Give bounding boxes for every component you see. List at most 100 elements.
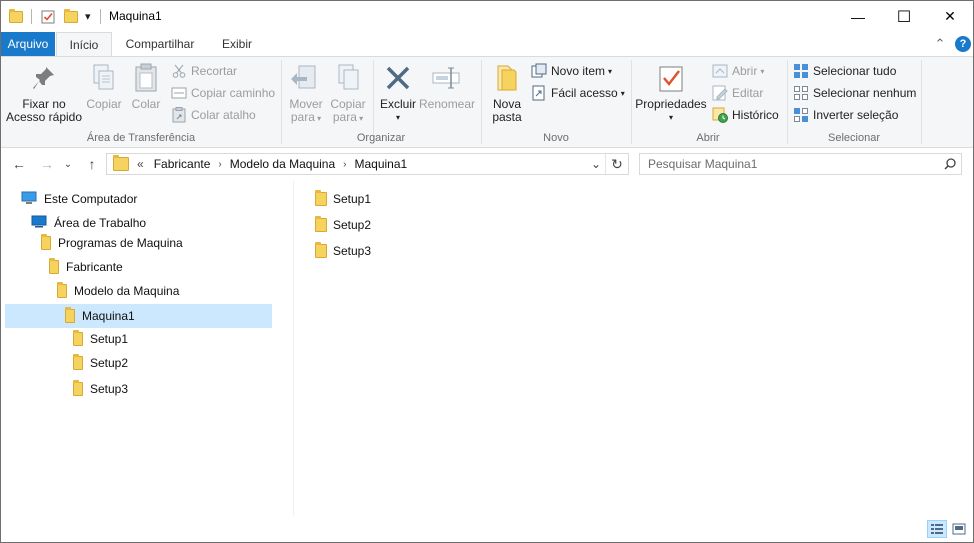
explorer-window: ▾ Maquina1 — ☐ ✕ Arquivo Início Comparti… [0, 0, 974, 543]
minimize-button[interactable]: — [835, 1, 881, 32]
copy-path-button[interactable]: Copiar caminho [171, 83, 275, 103]
group-separator [787, 60, 788, 144]
edit-icon [712, 85, 728, 101]
breadcrumb-separator[interactable]: › [218, 159, 221, 170]
details-view-button[interactable] [927, 520, 947, 538]
folder-icon [315, 242, 327, 258]
help-button[interactable]: ? [955, 36, 971, 52]
open-button[interactable]: Abrir ▾ [712, 61, 764, 81]
list-item[interactable]: Setup3 [315, 240, 371, 262]
large-icons-view-button[interactable] [949, 520, 969, 538]
group-label-organize: Organizar [356, 132, 406, 144]
paste-shortcut-icon [171, 107, 187, 123]
refresh-button[interactable]: ↻ [606, 156, 628, 173]
copy-to-button[interactable]: Copiar para ▾ [327, 62, 369, 125]
folder-icon [57, 282, 67, 298]
rename-button[interactable]: Renomear [419, 62, 475, 111]
breadcrumb-separator[interactable]: › [343, 159, 346, 170]
back-button[interactable]: ← [9, 153, 29, 175]
ribbon-home: Fixar no Acesso rápido Copiar Colar Reco… [1, 56, 973, 148]
scissors-icon [171, 63, 187, 79]
address-dropdown-button[interactable]: ⌄ [587, 157, 605, 171]
history-button[interactable]: Histórico [712, 105, 779, 125]
quick-access-dropdown[interactable]: ▾ [85, 1, 91, 32]
collapse-ribbon-button[interactable]: ⌃ [931, 32, 949, 56]
arrow-right-icon: → [40, 156, 54, 172]
move-to-icon [290, 62, 322, 94]
select-none-icon [793, 85, 809, 101]
breadcrumb-overflow[interactable]: « [137, 157, 144, 171]
tree-item-modelo-da-maquina[interactable]: Modelo da Maquina [57, 279, 179, 303]
tree-item-setup1[interactable]: Setup1 [73, 327, 128, 351]
new-folder-button[interactable]: Nova pasta [485, 62, 529, 124]
window-title: Maquina1 [109, 9, 162, 23]
invert-selection-button[interactable]: Inverter seleção [793, 105, 898, 125]
edit-button[interactable]: Editar [712, 83, 763, 103]
desktop-icon [31, 215, 47, 231]
tree-item-setup2[interactable]: Setup2 [73, 351, 128, 375]
folder-icon [73, 354, 83, 370]
copy-button[interactable]: Copiar [83, 62, 125, 111]
tab-arquivo[interactable]: Arquivo [1, 32, 55, 56]
maximize-button[interactable]: ☐ [881, 1, 927, 32]
copy-path-icon [171, 85, 187, 101]
close-button[interactable]: ✕ [927, 1, 973, 32]
paste-shortcut-button[interactable]: Colar atalho [171, 105, 256, 125]
group-separator [631, 60, 632, 144]
tree-item-setup3[interactable]: Setup3 [73, 377, 128, 401]
tree-item-fabricante[interactable]: Fabricante [49, 255, 123, 279]
tab-exibir[interactable]: Exibir [213, 32, 261, 56]
file-list: Setup1 Setup2 Setup3 [297, 181, 973, 516]
select-none-button[interactable]: Selecionar nenhum [793, 83, 916, 103]
group-label-new: Novo [543, 132, 569, 144]
pane-divider[interactable] [293, 181, 294, 516]
new-folder-quick-button[interactable] [64, 1, 78, 32]
pin-quick-access-button[interactable]: Fixar no Acesso rápido [5, 62, 83, 124]
tree-item-este-computador[interactable]: Este Computador [21, 187, 137, 211]
cut-button[interactable]: Recortar [171, 61, 237, 81]
status-bar [1, 516, 973, 542]
recent-locations-button[interactable]: ⌄ [61, 153, 75, 175]
select-all-button[interactable]: Selecionar tudo [793, 61, 896, 81]
navigation-bar: ← → ⌄ ↑ « Fabricante › Modelo da Maquina… [1, 149, 973, 179]
group-label-clipboard: Área de Transferência [86, 132, 196, 144]
folder-icon [73, 330, 83, 346]
breadcrumb-fabricante[interactable]: Fabricante [154, 157, 211, 171]
search-box[interactable]: Pesquisar Maquina1 [639, 153, 962, 175]
easy-access-button[interactable]: Fácil acesso ▾ [531, 83, 625, 103]
folder-icon [315, 190, 327, 206]
properties-quick-button[interactable] [41, 1, 55, 32]
pin-icon [28, 62, 60, 94]
tree-item-maquina1[interactable]: Maquina1 [5, 304, 272, 328]
forward-button[interactable]: → [37, 153, 57, 175]
list-item[interactable]: Setup1 [315, 188, 371, 210]
folder-icon [9, 1, 23, 32]
quick-access-separator [31, 9, 32, 24]
delete-button[interactable]: Excluir ▾ [377, 62, 419, 124]
group-separator [281, 60, 282, 144]
paste-button[interactable]: Colar [127, 62, 165, 111]
tree-item-programas-de-maquina[interactable]: Programas de Maquina [41, 231, 183, 255]
search-input[interactable]: Pesquisar Maquina1 [648, 157, 939, 171]
open-icon [712, 63, 728, 79]
breadcrumb-maquina1[interactable]: Maquina1 [354, 157, 407, 171]
properties-button[interactable]: Propriedades ▾ [635, 62, 707, 124]
move-to-button[interactable]: Mover para ▾ [285, 62, 327, 125]
address-bar[interactable]: « Fabricante › Modelo da Maquina › Maqui… [106, 153, 629, 175]
new-folder-big-icon [491, 62, 523, 94]
group-label-open: Abrir [696, 132, 720, 144]
invert-selection-icon [793, 107, 809, 123]
group-label-select: Selecionar [828, 132, 880, 144]
history-icon [712, 107, 728, 123]
breadcrumb-modelo[interactable]: Modelo da Maquina [230, 157, 335, 171]
tab-compartilhar[interactable]: Compartilhar [118, 32, 202, 56]
new-item-button[interactable]: Novo item ▾ [531, 61, 612, 81]
folder-icon [65, 307, 75, 323]
ribbon-tabs: Arquivo Início Compartilhar Exibir ⌃ ? [1, 32, 973, 57]
up-button[interactable]: ↑ [82, 153, 102, 175]
search-icon[interactable] [939, 158, 961, 170]
large-icons-view-icon [952, 523, 966, 535]
delete-x-icon [382, 62, 414, 94]
list-item[interactable]: Setup2 [315, 214, 371, 236]
tab-inicio[interactable]: Início [56, 32, 112, 57]
